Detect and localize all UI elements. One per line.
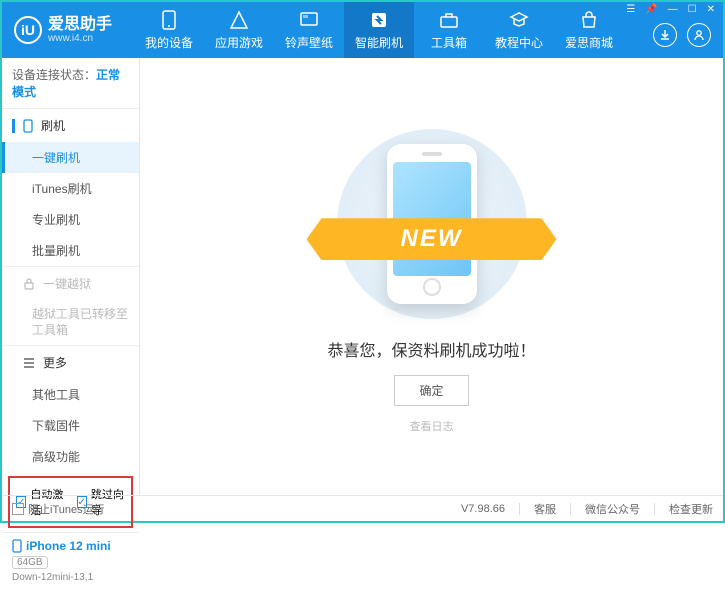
download-button[interactable] [653,23,677,47]
sidebar-item-other-tools[interactable]: 其他工具 [2,379,139,410]
success-message: 恭喜您，保资料刷机成功啦！ [327,337,535,361]
connection-status: 设备连接状态：正常模式 [2,58,139,108]
device-name: iPhone 12 mini [12,539,129,553]
device-detail: Down-12mini-13,1 [12,572,129,583]
ok-button[interactable]: 确定 [394,375,468,406]
menu-icon[interactable]: ☰ [624,4,637,15]
sidebar-item-itunes-flash[interactable]: iTunes刷机 [2,173,139,204]
nav-store[interactable]: 爱思商城 [554,2,624,58]
top-nav: 我的设备 应用游戏 铃声壁纸 智能刷机 工具箱 教程中心 [134,2,653,58]
maximize-button[interactable]: ☐ [686,4,699,15]
check-update-link[interactable]: 检查更新 [669,501,713,517]
nav-my-device[interactable]: 我的设备 [134,2,204,58]
titlebar: iU 爱思助手 www.i4.cn 我的设备 应用游戏 铃声壁纸 智能刷机 [2,2,723,58]
checkbox-block-itunes[interactable]: 阻止iTunes运行 [12,501,105,517]
store-icon [579,10,599,30]
device-capacity: 64GB [12,556,48,569]
nav-smart-flash[interactable]: 智能刷机 [344,2,414,58]
illustration: NEW [337,129,527,319]
tutorial-icon [509,10,529,30]
logo-icon: iU [14,16,42,44]
main-content: NEW 恭喜您，保资料刷机成功啦！ 确定 查看日志 [140,58,723,495]
window-controls: ☰ 📌 — ☐ ✕ [624,4,717,15]
brand-name: 爱思助手 [48,16,112,34]
sidebar-group-flash: 刷机 一键刷机 iTunes刷机 专业刷机 批量刷机 [2,108,139,266]
nav-apps-games[interactable]: 应用游戏 [204,2,274,58]
body: 设备连接状态：正常模式 刷机 一键刷机 iTunes刷机 专业刷机 批量刷机 一… [2,58,723,495]
phone-small-icon [23,119,33,133]
apps-icon [229,10,249,30]
brand-logo: iU 爱思助手 www.i4.cn [14,16,134,45]
sidebar-item-download-firmware[interactable]: 下载固件 [2,410,139,441]
account-button[interactable] [687,23,711,47]
sidebar-group-more: 更多 其他工具 下载固件 高级功能 [2,345,139,472]
sidebar-header-flash[interactable]: 刷机 [2,109,139,142]
sidebar-group-jailbreak: 一键越狱 越狱工具已转移至工具箱 [2,266,139,345]
sidebar-item-batch-flash[interactable]: 批量刷机 [2,235,139,266]
nav-ringtone-wallpaper[interactable]: 铃声壁纸 [274,2,344,58]
wechat-link[interactable]: 微信公众号 [585,501,640,517]
accent-bar-icon [12,119,15,133]
sidebar-item-oneclick-flash[interactable]: 一键刷机 [2,142,139,173]
pin-icon[interactable]: 📌 [643,4,659,15]
footer-right: V7.98.66 客服 微信公众号 检查更新 [461,501,713,517]
new-ribbon-icon: NEW [307,218,557,260]
accent-bar-icon [12,356,15,370]
sidebar-item-advanced[interactable]: 高级功能 [2,441,139,472]
titlebar-right [653,13,711,47]
close-button[interactable]: ✕ [705,4,717,15]
version-label: V7.98.66 [461,503,505,515]
nav-toolbox[interactable]: 工具箱 [414,2,484,58]
app-window: ☰ 📌 — ☐ ✕ iU 爱思助手 www.i4.cn 我的设备 应用游戏 铃 [0,0,725,523]
phone-icon [159,10,179,30]
view-log-link[interactable]: 查看日志 [410,418,454,434]
nav-tutorial[interactable]: 教程中心 [484,2,554,58]
sidebar-jailbreak-note: 越狱工具已转移至工具箱 [2,300,139,345]
sidebar: 设备连接状态：正常模式 刷机 一键刷机 iTunes刷机 专业刷机 批量刷机 一… [2,58,140,495]
minimize-button[interactable]: — [666,4,680,15]
sidebar-item-pro-flash[interactable]: 专业刷机 [2,204,139,235]
flash-icon [369,10,389,30]
checkbox-icon [12,503,24,515]
toolbox-icon [439,10,459,30]
lock-icon [23,278,35,290]
brand-url: www.i4.cn [48,33,112,44]
support-link[interactable]: 客服 [534,501,556,517]
sidebar-header-jailbreak: 一键越狱 [2,267,139,300]
device-info[interactable]: iPhone 12 mini 64GB Down-12mini-13,1 [2,532,139,589]
footer: 阻止iTunes运行 V7.98.66 客服 微信公众号 检查更新 [2,495,723,521]
list-icon [23,358,35,368]
wallpaper-icon [299,10,319,30]
phone-small-icon [12,539,22,553]
sidebar-header-more[interactable]: 更多 [2,346,139,379]
